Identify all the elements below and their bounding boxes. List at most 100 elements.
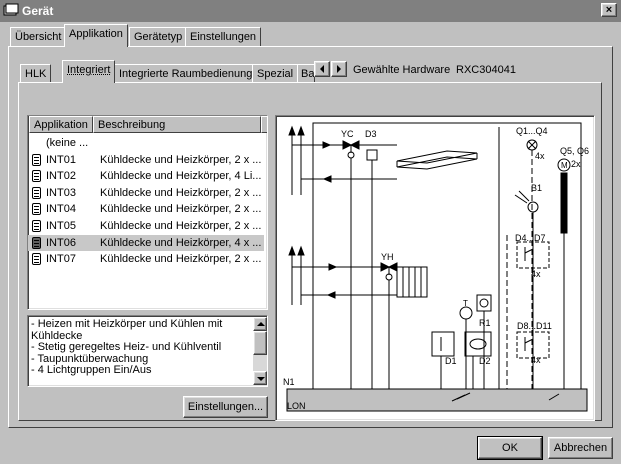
label-q1q4: Q1...Q4 [516, 126, 548, 136]
tab-scroll-left-button[interactable] [314, 61, 330, 77]
application-icon [32, 170, 41, 183]
list-item-app: INT06 [46, 236, 76, 249]
label-4x: 4x [535, 151, 545, 161]
label-4x-c: 4x [531, 355, 541, 365]
description-text: - Heizen mit Heizkörper und Kühlen mit K… [31, 318, 223, 376]
ok-button-label: OK [502, 442, 518, 454]
column-header-applikation[interactable]: Applikation [29, 116, 93, 133]
hardware-label: Gewählte Hardware [353, 64, 451, 76]
list-item-description: Kühldecke und Heizkörper, 2 x ... [100, 186, 262, 199]
ok-button[interactable]: OK [477, 436, 543, 460]
arrow-up-icon [297, 125, 305, 136]
list-item-description: Kühldecke und Heizkörper, 4 x ... [100, 236, 262, 249]
arrow-right-icon [337, 65, 341, 73]
subtab-integrierte-raumbedienung[interactable]: Integrierte Raumbedienung [114, 64, 258, 84]
flow-arrow-icon [322, 175, 332, 183]
label-t: T [463, 299, 468, 308]
app-icon [3, 3, 19, 16]
close-icon: × [605, 4, 613, 16]
label-2x: 2x [571, 159, 581, 169]
label-d3: D3 [365, 129, 377, 139]
valve-icon [342, 140, 353, 150]
light-sensor-icon [527, 201, 539, 213]
subtab-ba[interactable]: Ba [297, 64, 315, 84]
label-m: M [561, 161, 568, 170]
window-title: Gerät [22, 4, 54, 18]
tab-uebersicht[interactable]: Übersicht [10, 27, 67, 47]
settings-button[interactable]: Einstellungen... [183, 396, 268, 418]
flow-arrow-icon [326, 291, 336, 299]
list-item-app: INT05 [46, 220, 76, 232]
application-icon [32, 253, 41, 266]
list-item-app: INT07 [46, 253, 76, 266]
label-d1: D1 [445, 356, 457, 366]
label-q5q6: Q5, Q6 [560, 146, 589, 156]
scroll-up-icon[interactable] [253, 317, 267, 331]
label-4x-b: 4x [531, 269, 541, 279]
application-icon [32, 220, 41, 232]
dewpoint-sensor-icon [366, 149, 378, 161]
description-scrollbar[interactable] [253, 317, 267, 385]
list-item-description: Kühldecke und Heizkörper, 2 x ... [100, 220, 262, 232]
tab-label: Übersicht [15, 31, 62, 43]
tab-geraetetyp[interactable]: Gerätetyp [129, 27, 188, 47]
wiring-diagram: YC D3 Q1...Q4 Q5, Q6 4x 2x B1 D4...D7 4x… [275, 115, 595, 421]
list-item-app: INT01 [46, 153, 76, 166]
tab-scroll-right-button[interactable] [331, 61, 347, 77]
window-contact-icon [431, 331, 455, 357]
valve-icon [380, 262, 391, 272]
flow-arrow-icon [328, 263, 338, 271]
label-d2: D2 [479, 356, 491, 366]
radiator-icon [396, 266, 428, 298]
list-item-description: Kühldecke und Heizkörper, 2 x ... [100, 253, 262, 266]
label-r1: R1 [479, 318, 491, 328]
list-item[interactable]: INT03 Kühldecke und Heizkörper, 2 x ... [28, 185, 264, 201]
description-box[interactable]: - Heizen mit Heizkörper und Kühlen mit K… [27, 315, 268, 387]
presence-detector-icon [464, 331, 492, 357]
list-item[interactable]: INT01 Kühldecke und Heizkörper, 2 x ... [28, 152, 264, 168]
list-item[interactable]: INT06 Kühldecke und Heizkörper, 4 x ... [28, 234, 264, 251]
flow-arrow-icon [322, 141, 332, 149]
list-item-app: INT03 [46, 186, 76, 199]
temp-sensor-icon [459, 306, 473, 320]
tab-einstellungen[interactable]: Einstellungen [185, 27, 262, 47]
subtab-spezial[interactable]: Spezial [252, 64, 299, 84]
tab-label: Integriert [67, 64, 111, 76]
label-d8d11: D8...D11 [517, 321, 552, 331]
list-item-description: Kühldecke und Heizkörper, 4 Li... [100, 170, 262, 183]
arrow-up-icon [297, 245, 305, 256]
label-n1: N1 [283, 377, 295, 387]
subtab-hlk[interactable]: HLK [20, 64, 52, 84]
subtab-integriert[interactable]: Integriert [62, 60, 116, 83]
list-item[interactable]: INT02 Kühldecke und Heizkörper, 4 Li... [28, 168, 264, 184]
application-icon [32, 203, 41, 216]
list-item[interactable]: INT05 Kühldecke und Heizkörper, 2 x ... [28, 218, 264, 234]
scroll-down-icon[interactable] [253, 371, 267, 385]
scroll-thumb[interactable] [253, 331, 267, 355]
valve-icon [387, 262, 398, 272]
list-item[interactable]: INT07 Kühldecke und Heizkörper, 2 x ... [28, 251, 264, 267]
list-item-description: Kühldecke und Heizkörper, 2 x ... [100, 153, 262, 166]
column-header-beschreibung[interactable]: Beschreibung [93, 116, 261, 133]
label-b1: B1 [531, 183, 542, 193]
arrow-up-icon [288, 125, 296, 136]
cancel-button[interactable]: Abbrechen [548, 437, 613, 459]
cancel-button-label: Abbrechen [553, 442, 608, 454]
list-item-app: INT04 [46, 203, 76, 216]
arrow-left-icon [320, 65, 324, 73]
list-item[interactable]: (keine ... [28, 135, 264, 151]
blind-icon [560, 172, 568, 234]
list-item-app: (keine ... [46, 137, 89, 149]
close-button[interactable]: × [601, 3, 617, 17]
label-yh: YH [381, 252, 394, 262]
title-bar: Gerät × [0, 0, 621, 22]
tab-label: Spezial [257, 68, 294, 80]
tab-applikation[interactable]: Applikation [64, 24, 128, 47]
column-header-filler [261, 116, 267, 133]
tab-label: HLK [25, 68, 47, 80]
application-list[interactable]: Applikation Beschreibung (keine ... INT01… [27, 115, 268, 310]
settings-button-label: Einstellungen... [187, 401, 264, 413]
arrow-up-icon [288, 245, 296, 256]
tab-label: Integrierte Raumbedienung [119, 68, 253, 80]
list-item[interactable]: INT04 Kühldecke und Heizkörper, 2 x ... [28, 201, 264, 217]
